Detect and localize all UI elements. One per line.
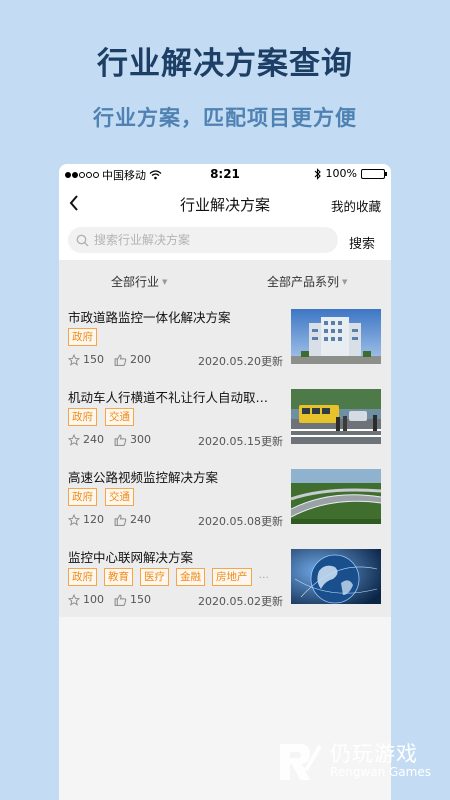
tag: 政府 bbox=[68, 568, 97, 586]
solution-title: 监控中心联网解决方案 bbox=[68, 550, 194, 565]
like-count: 240 bbox=[130, 513, 151, 526]
stats: 120 240 bbox=[68, 513, 151, 526]
status-bar: 中国移动 8:21 100% bbox=[59, 164, 391, 184]
solution-item[interactable]: 高速公路视频监控解决方案 政府 交通 120 240 2020.05.08更新 bbox=[59, 457, 391, 537]
updated-date: 2020.05.15更新 bbox=[198, 435, 283, 448]
search-button[interactable]: 搜索 bbox=[349, 233, 375, 252]
solution-item[interactable]: 机动车人行横道不礼让行人自动取… 政府 交通 240 300 2020.05.1… bbox=[59, 377, 391, 457]
more-tags-indicator: ··· bbox=[258, 570, 270, 584]
thumbs-up-icon bbox=[114, 594, 127, 606]
bluetooth-icon bbox=[314, 167, 321, 180]
battery-percent: 100% bbox=[325, 167, 357, 180]
watermark: 仍玩游戏 Rengwan Games bbox=[276, 738, 446, 788]
like-count: 150 bbox=[130, 593, 151, 606]
tag: 政府 bbox=[68, 328, 97, 346]
updated-date: 2020.05.02更新 bbox=[198, 595, 283, 608]
caret-down-icon: ▼ bbox=[162, 277, 168, 286]
solution-title: 市政道路监控一体化解决方案 bbox=[68, 310, 231, 325]
stats: 100 150 bbox=[68, 593, 151, 606]
solution-thumbnail bbox=[291, 309, 381, 364]
tag: 房地产 bbox=[212, 568, 252, 586]
star-icon bbox=[68, 353, 80, 366]
industry-filter[interactable]: 全部行业 ▼ bbox=[111, 273, 167, 290]
thumbs-up-icon bbox=[114, 434, 127, 446]
stats: 150 200 bbox=[68, 353, 151, 366]
solution-item[interactable]: 市政道路监控一体化解决方案 政府 150 200 2020.05.20更新 bbox=[59, 297, 391, 377]
star-icon bbox=[68, 593, 80, 606]
product-series-filter[interactable]: 全部产品系列 ▼ bbox=[267, 273, 347, 290]
promo-subtitle: 行业方案，匹配项目更方便 bbox=[93, 106, 357, 130]
thumbs-up-icon bbox=[114, 514, 127, 526]
solution-thumbnail bbox=[291, 549, 381, 604]
tag-list: 政府 交通 bbox=[68, 408, 134, 426]
updated-date: 2020.05.08更新 bbox=[198, 515, 283, 528]
tag: 金融 bbox=[176, 568, 205, 586]
solution-thumbnail bbox=[291, 469, 381, 524]
star-count: 150 bbox=[83, 353, 104, 366]
star-icon bbox=[68, 513, 80, 526]
tag: 政府 bbox=[68, 408, 97, 426]
promo-title: 行业解决方案查询 bbox=[97, 46, 353, 82]
search-box[interactable] bbox=[68, 227, 338, 253]
watermark-en: Rengwan Games bbox=[330, 765, 431, 779]
search-bar: 搜索 bbox=[59, 222, 391, 260]
thumbs-up-icon bbox=[114, 354, 127, 366]
tag: 交通 bbox=[105, 488, 134, 506]
tag: 交通 bbox=[105, 408, 134, 426]
phone-screen: 中国移动 8:21 100% 行业解决方案 我的收藏 搜索行业解决方案 搜索 全… bbox=[59, 164, 391, 800]
like-count: 200 bbox=[130, 353, 151, 366]
product-series-filter-label: 全部产品系列 bbox=[267, 275, 340, 289]
tag: 政府 bbox=[68, 488, 97, 506]
star-count: 100 bbox=[83, 593, 104, 606]
like-count: 300 bbox=[130, 433, 151, 446]
battery-icon bbox=[361, 168, 387, 179]
tag-list: 政府 交通 bbox=[68, 488, 134, 506]
rengwan-logo-icon bbox=[280, 744, 322, 780]
updated-date: 2020.05.20更新 bbox=[198, 355, 283, 368]
solution-list: 市政道路监控一体化解决方案 政府 150 200 2020.05.20更新 机动… bbox=[59, 297, 391, 617]
tag: 教育 bbox=[104, 568, 133, 586]
stats: 240 300 bbox=[68, 433, 151, 446]
star-count: 240 bbox=[83, 433, 104, 446]
filter-row: 全部行业 ▼ 全部产品系列 ▼ bbox=[59, 263, 391, 297]
solution-title: 机动车人行横道不礼让行人自动取… bbox=[68, 390, 269, 405]
watermark-cn: 仍玩游戏 bbox=[330, 742, 418, 766]
favorites-link[interactable]: 我的收藏 bbox=[331, 196, 381, 215]
star-count: 120 bbox=[83, 513, 104, 526]
search-icon bbox=[76, 234, 89, 246]
solution-item[interactable]: 监控中心联网解决方案 政府 教育 医疗 金融 房地产 ··· 100 150 2… bbox=[59, 537, 391, 617]
tag: 医疗 bbox=[140, 568, 169, 586]
industry-filter-label: 全部行业 bbox=[111, 275, 160, 289]
solution-thumbnail bbox=[291, 389, 381, 444]
solution-title: 高速公路视频监控解决方案 bbox=[68, 470, 219, 485]
caret-down-icon: ▼ bbox=[342, 277, 348, 286]
tag-list: 政府 教育 医疗 金融 房地产 ··· bbox=[68, 568, 269, 586]
nav-bar: 行业解决方案 我的收藏 bbox=[59, 184, 391, 222]
search-input[interactable] bbox=[94, 233, 314, 247]
tag-list: 政府 bbox=[68, 328, 97, 346]
star-icon bbox=[68, 433, 80, 446]
